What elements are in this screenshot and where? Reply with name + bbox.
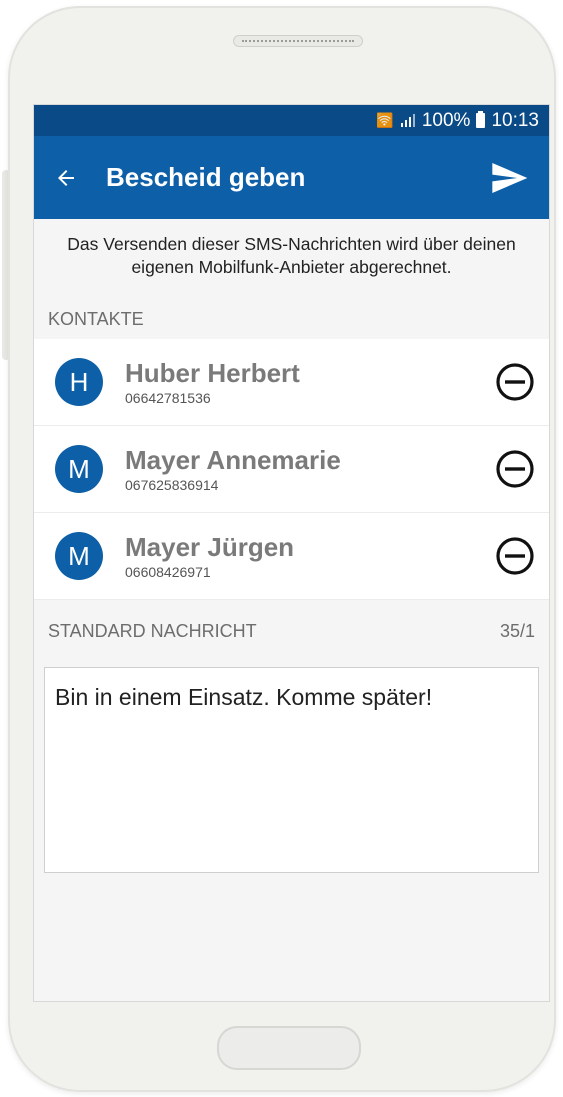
minus-circle-icon[interactable] (494, 535, 536, 577)
screen: 🛜 100% 10:13 Bescheid geben Das Versende… (33, 104, 550, 1002)
battery-percent: 100% (421, 109, 471, 131)
contact-name: Mayer Jürgen (125, 532, 295, 562)
contact-name: Mayer Annemarie (125, 445, 341, 475)
battery-icon (476, 111, 486, 128)
contact-phone: 06608426971 (125, 564, 211, 580)
avatar: H (55, 358, 103, 406)
contact-phone: 067625836914 (125, 477, 219, 493)
standard-message-field[interactable]: Bin in einem Einsatz. Komme später! (44, 667, 539, 873)
avatar: M (55, 532, 103, 580)
app-bar: Bescheid geben (34, 136, 549, 219)
home-button[interactable] (217, 1026, 361, 1070)
send-icon[interactable] (487, 158, 531, 198)
arrow-left-icon[interactable] (54, 166, 78, 190)
signal-icon (400, 113, 415, 127)
contact-phone: 06642781536 (125, 390, 211, 406)
page-title: Bescheid geben (106, 162, 306, 192)
contact-row[interactable]: H Huber Herbert 06642781536 (34, 339, 549, 426)
wifi-icon: 🛜 (376, 112, 394, 128)
minus-circle-icon[interactable] (494, 361, 536, 403)
message-section-label: STANDARD NACHRICHT (48, 620, 257, 641)
minus-circle-icon[interactable] (494, 448, 536, 490)
character-counter: 35/1 (499, 620, 535, 641)
contact-name: Huber Herbert (125, 358, 300, 388)
status-bar: 🛜 100% 10:13 (34, 105, 549, 136)
sms-cost-notice: Das Versenden dieser SMS-Nachrichten wir… (67, 234, 516, 277)
contacts-section-header: KONTAKTE (34, 299, 549, 339)
avatar: M (55, 445, 103, 493)
message-section-header: STANDARD NACHRICHT 35/1 (34, 600, 549, 662)
status-time: 10:13 (491, 109, 539, 131)
contacts-section-label: KONTAKTE (48, 308, 144, 329)
speaker-grille (233, 35, 363, 47)
contact-row[interactable]: M Mayer Annemarie 067625836914 (34, 426, 549, 513)
contact-row[interactable]: M Mayer Jürgen 06608426971 (34, 513, 549, 600)
